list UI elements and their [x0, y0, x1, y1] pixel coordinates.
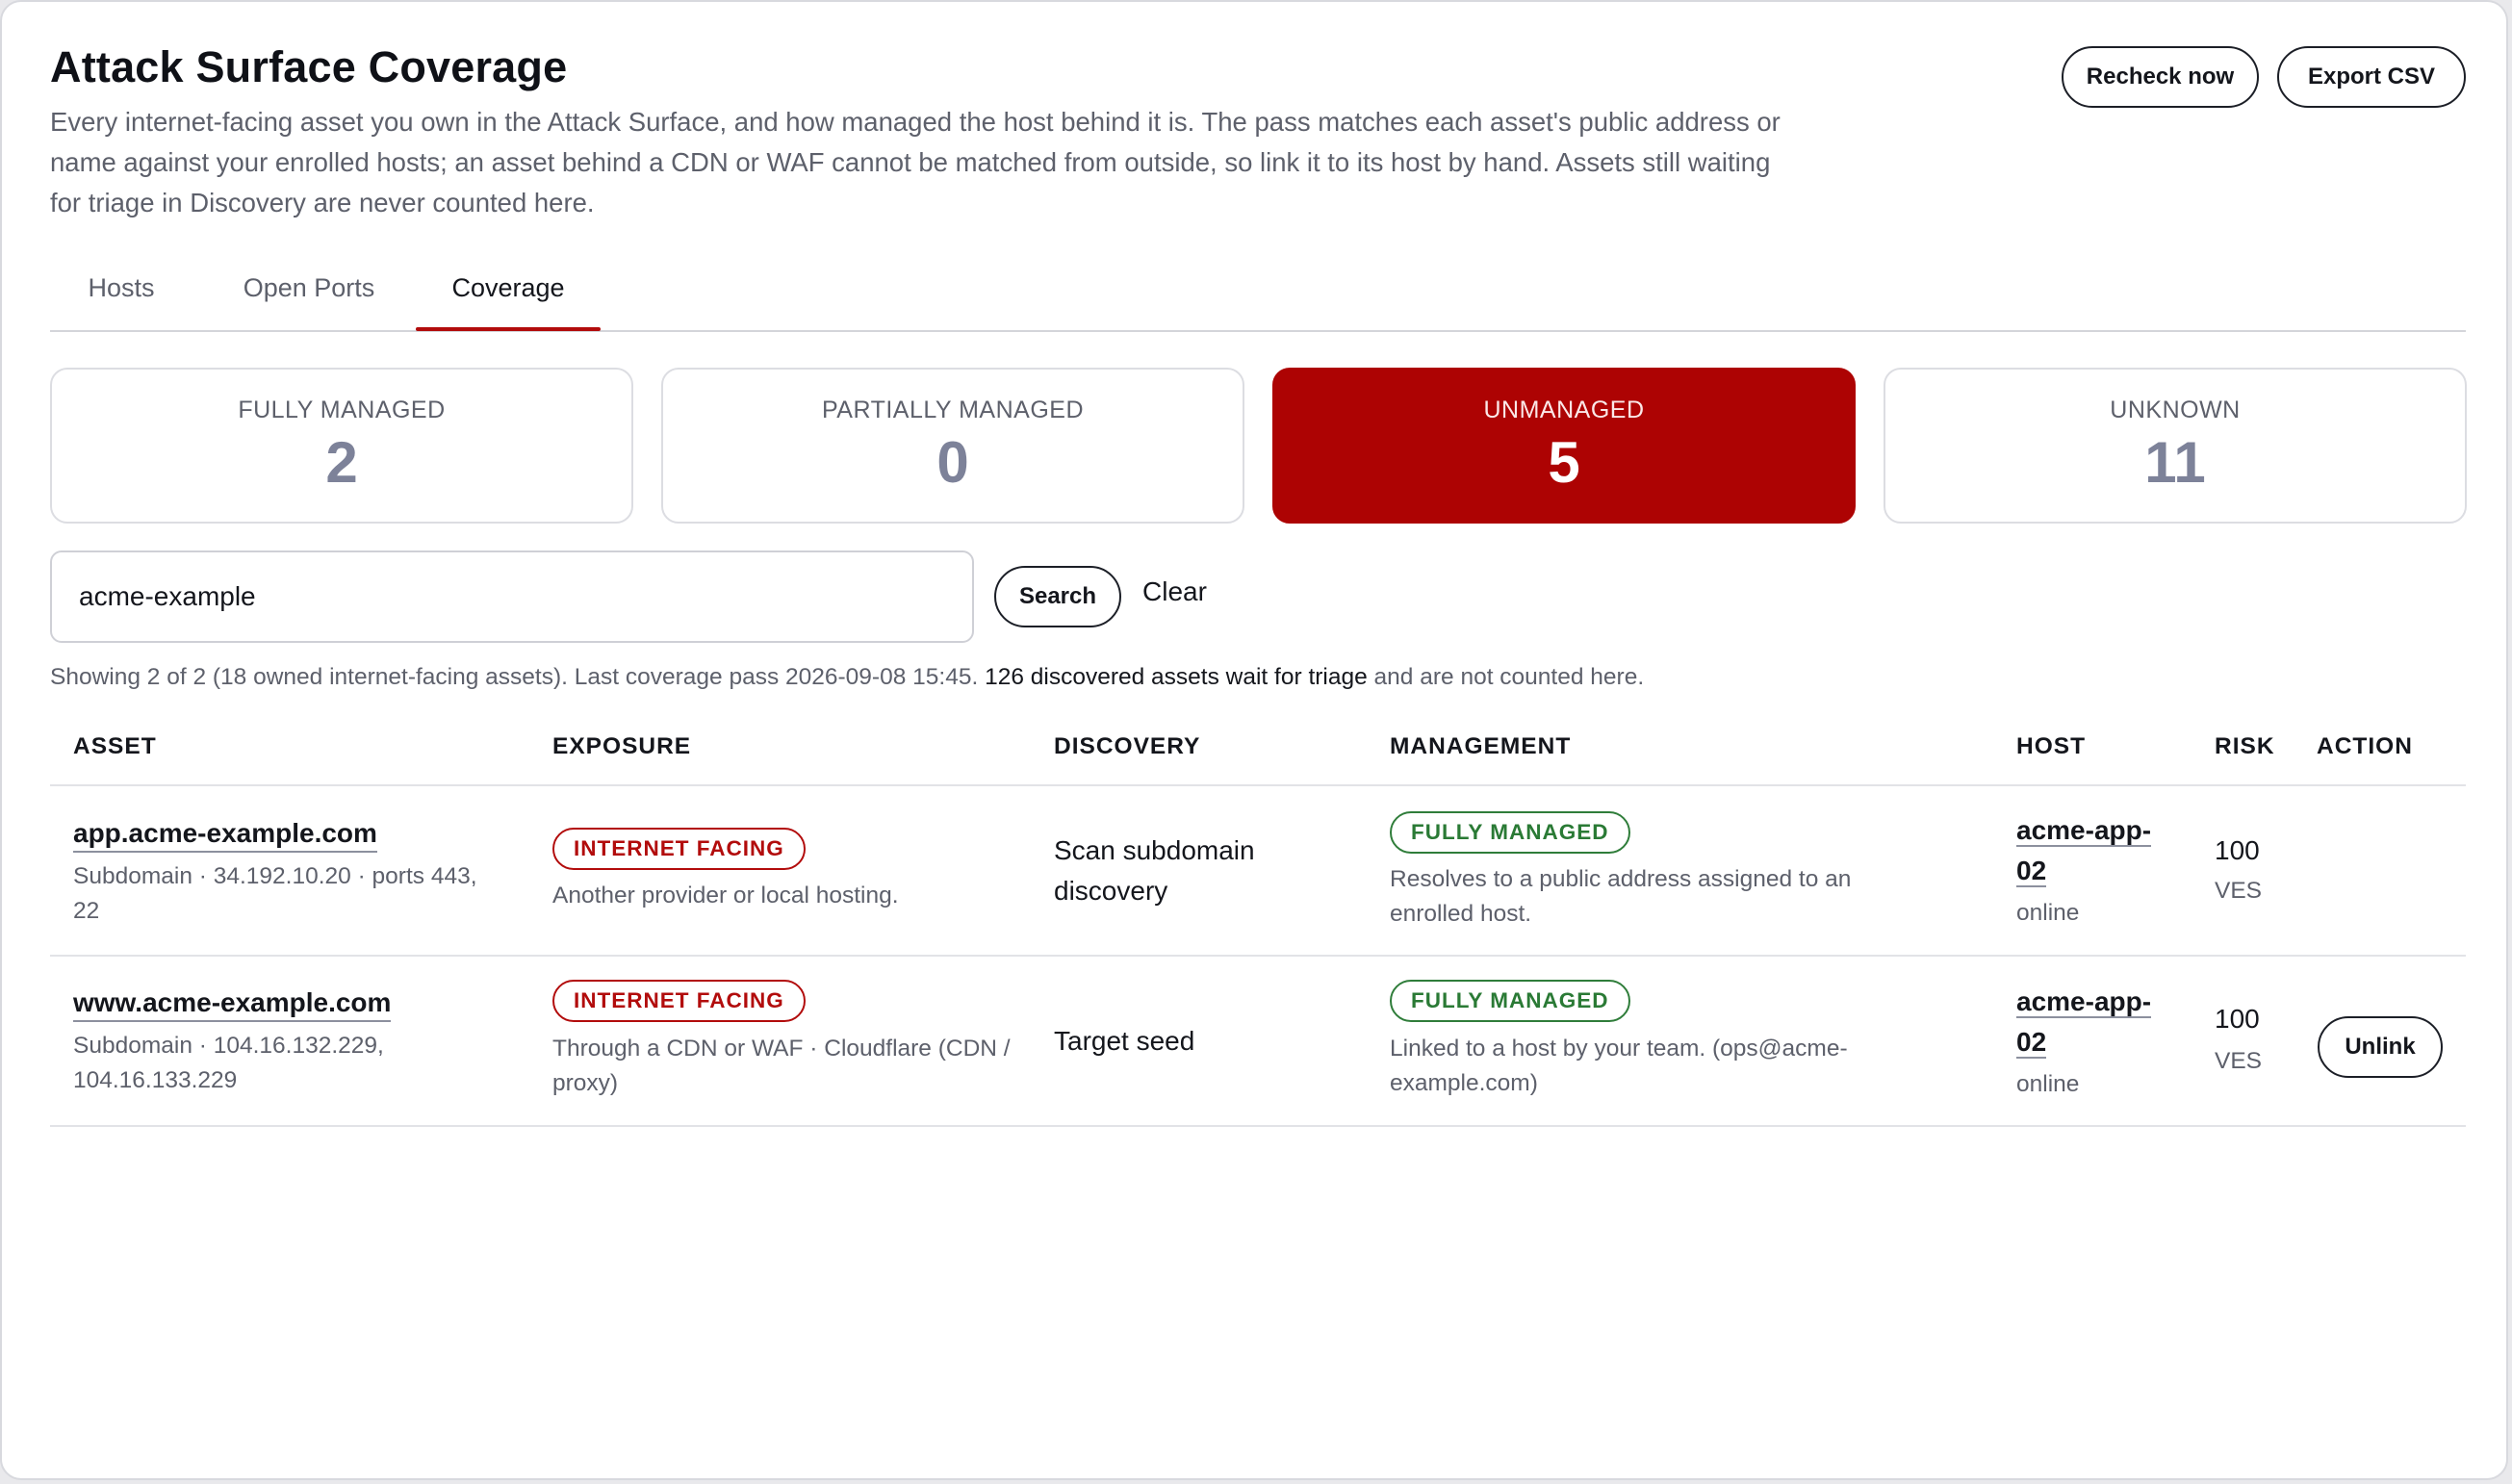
stat-label: UNKNOWN — [2110, 397, 2241, 423]
column-header-host: HOST — [2016, 733, 2087, 759]
row-divider — [50, 955, 2466, 957]
host-link[interactable]: acme-app-02 — [2016, 982, 2170, 1062]
asset-meta: Subdomain · 104.16.132.229, 104.16.133.2… — [73, 1033, 384, 1093]
exposure-note: Another provider or local hosting. — [552, 883, 899, 908]
page-title: Attack Surface Coverage — [50, 42, 568, 91]
stat-card-fully-managed[interactable]: FULLY MANAGED 2 — [50, 368, 633, 524]
column-header-action: ACTION — [2317, 733, 2413, 759]
tab-hosts[interactable]: Hosts — [83, 257, 160, 332]
column-header-risk: RISK — [2215, 733, 2275, 759]
stat-value: 2 — [325, 430, 358, 495]
management-note: Linked to a host by your team. (ops@acme… — [1390, 1036, 1848, 1096]
asset-meta: Subdomain · 34.192.10.20 · ports 443, 22 — [73, 863, 477, 924]
management-badge: FULLY MANAGED — [1390, 980, 1630, 1022]
discovery-source: Scan subdomain discovery — [1054, 835, 1255, 906]
host-status: online — [2016, 900, 2080, 926]
host-name: acme-app-02 — [2016, 986, 2152, 1059]
stat-card-unknown[interactable]: UNKNOWN 11 — [1884, 368, 2467, 524]
stat-label: FULLY MANAGED — [238, 397, 446, 423]
stat-card-partially-managed[interactable]: PARTIALLY MANAGED 0 — [661, 368, 1244, 524]
exposure-badge: INTERNET FACING — [552, 980, 806, 1022]
stat-card-unmanaged[interactable]: UNMANAGED 5 — [1272, 368, 1856, 524]
tab-bar: Hosts Open Ports Coverage — [50, 257, 2466, 334]
discovery-source: Target seed — [1054, 1026, 1195, 1056]
tab-coverage[interactable]: Coverage — [417, 257, 600, 332]
exposure-note: Through a CDN or WAF · Cloudflare (CDN /… — [552, 1036, 1011, 1096]
search-input[interactable] — [50, 550, 974, 643]
active-tab-indicator — [416, 327, 601, 331]
summary-text: Showing 2 of 2 (18 owned internet-facing… — [50, 664, 986, 690]
row-divider — [50, 1125, 2466, 1127]
clear-button[interactable]: Clear — [1142, 576, 1207, 607]
host-name: acme-app-02 — [2016, 815, 2152, 887]
results-summary: Showing 2 of 2 (18 owned internet-facing… — [50, 664, 1644, 691]
column-header-management: MANAGEMENT — [1390, 733, 1572, 759]
host-status: online — [2016, 1071, 2080, 1097]
stat-value: 0 — [936, 430, 969, 495]
exposure-badge: INTERNET FACING — [552, 828, 806, 870]
risk-label: VES — [2215, 878, 2263, 904]
search-button[interactable]: Search — [994, 566, 1121, 627]
export-csv-button[interactable]: Export CSV — [2277, 46, 2466, 108]
header-divider — [50, 784, 2466, 786]
asset-link[interactable]: app.acme-example.com — [73, 818, 377, 853]
column-header-asset: ASSET — [73, 733, 157, 759]
asset-link[interactable]: www.acme-example.com — [73, 987, 392, 1022]
column-header-discovery: DISCOVERY — [1054, 733, 1201, 759]
stat-label: UNMANAGED — [1483, 397, 1645, 423]
stat-value: 5 — [1548, 430, 1580, 495]
host-link[interactable]: acme-app-02 — [2016, 810, 2170, 891]
stat-label: PARTIALLY MANAGED — [821, 397, 1084, 423]
summary-suffix: and are not counted here. — [1367, 664, 1645, 690]
coverage-panel: Attack Surface Coverage Recheck now Expo… — [0, 0, 2508, 1480]
unlink-button[interactable]: Unlink — [2318, 1016, 2443, 1078]
risk-score: 100 — [2215, 835, 2260, 865]
management-badge: FULLY MANAGED — [1390, 811, 1630, 854]
stat-value: 11 — [2144, 430, 2206, 495]
triage-link[interactable]: 126 discovered assets wait for triage — [985, 664, 1368, 690]
recheck-now-button[interactable]: Recheck now — [2062, 46, 2259, 108]
tab-divider — [50, 330, 2466, 332]
column-header-exposure: EXPOSURE — [552, 733, 692, 759]
page-description: Every internet-facing asset you own in t… — [50, 107, 1781, 217]
management-note: Resolves to a public address assigned to… — [1390, 866, 1852, 927]
tab-open-ports[interactable]: Open Ports — [237, 257, 381, 332]
risk-score: 100 — [2215, 1004, 2260, 1034]
risk-label: VES — [2215, 1048, 2263, 1074]
